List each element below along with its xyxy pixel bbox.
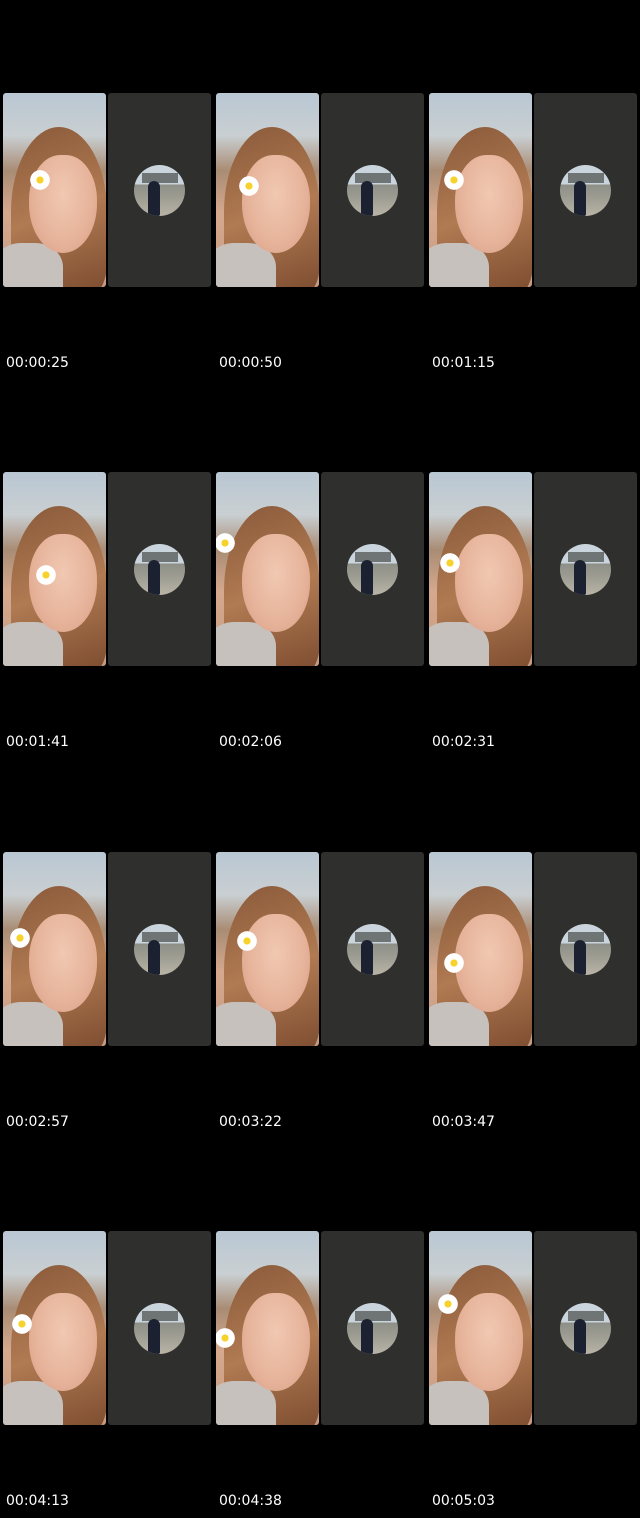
call-pane	[534, 93, 637, 287]
video-frame	[3, 852, 211, 1046]
selfie-pane	[216, 852, 319, 1046]
timestamp: 00:03:47	[432, 1114, 495, 1130]
selfie-pane	[216, 1231, 319, 1425]
selfie-pane	[429, 852, 532, 1046]
call-pane	[108, 1231, 211, 1425]
selfie-pane	[3, 852, 106, 1046]
selfie-pane	[216, 472, 319, 666]
timestamp: 00:05:03	[432, 1493, 495, 1509]
timestamp: 00:04:38	[219, 1493, 282, 1509]
thumbnail-cell[interactable]: 00:00:25	[3, 93, 211, 393]
avatar	[560, 1303, 611, 1354]
video-frame	[3, 93, 211, 287]
call-pane	[321, 472, 424, 666]
flower-icon	[443, 169, 465, 191]
timestamp: 00:00:25	[6, 355, 69, 371]
thumbnail-cell[interactable]: 00:03:22	[216, 852, 424, 1152]
flower-icon	[236, 930, 258, 952]
video-frame	[429, 852, 637, 1046]
flower-icon	[216, 1327, 236, 1349]
selfie-pane	[3, 93, 106, 287]
contact-sheet: 00:00:25 00:00:50 00:01:15 00:01:41 00:0…	[0, 0, 640, 1518]
flower-icon	[216, 532, 236, 554]
flower-icon	[35, 564, 57, 586]
timestamp: 00:02:06	[219, 734, 282, 750]
avatar	[134, 165, 185, 216]
avatar	[347, 924, 398, 975]
call-pane	[108, 93, 211, 287]
flower-icon	[9, 927, 31, 949]
timestamp: 00:01:41	[6, 734, 69, 750]
video-frame	[429, 1231, 637, 1425]
thumbnail-cell[interactable]: 00:02:57	[3, 852, 211, 1152]
thumbnail-cell[interactable]: 00:01:41	[3, 472, 211, 772]
call-pane	[321, 93, 424, 287]
video-frame	[3, 472, 211, 666]
selfie-pane	[3, 472, 106, 666]
call-pane	[321, 852, 424, 1046]
timestamp: 00:03:22	[219, 1114, 282, 1130]
timestamp: 00:04:13	[6, 1493, 69, 1509]
avatar	[560, 924, 611, 975]
thumbnail-cell[interactable]: 00:00:50	[216, 93, 424, 393]
timestamp: 00:02:57	[6, 1114, 69, 1130]
selfie-pane	[429, 93, 532, 287]
avatar	[560, 165, 611, 216]
avatar	[560, 544, 611, 595]
thumbnail-cell[interactable]: 00:04:38	[216, 1231, 424, 1518]
call-pane	[534, 472, 637, 666]
video-frame	[429, 472, 637, 666]
timestamp: 00:01:15	[432, 355, 495, 371]
selfie-pane	[429, 1231, 532, 1425]
video-frame	[429, 93, 637, 287]
thumbnail-cell[interactable]: 00:04:13	[3, 1231, 211, 1518]
flower-icon	[437, 1293, 459, 1315]
timestamp: 00:00:50	[219, 355, 282, 371]
thumbnail-cell[interactable]: 00:02:06	[216, 472, 424, 772]
flower-icon	[29, 169, 51, 191]
call-pane	[534, 1231, 637, 1425]
flower-icon	[443, 952, 465, 974]
call-pane	[108, 472, 211, 666]
avatar	[134, 544, 185, 595]
selfie-pane	[429, 472, 532, 666]
avatar	[347, 544, 398, 595]
flower-icon	[238, 175, 260, 197]
call-pane	[534, 852, 637, 1046]
video-frame	[216, 93, 424, 287]
avatar	[347, 165, 398, 216]
call-pane	[108, 852, 211, 1046]
call-pane	[321, 1231, 424, 1425]
selfie-pane	[216, 93, 319, 287]
thumbnail-cell[interactable]: 00:02:31	[429, 472, 637, 772]
avatar	[134, 1303, 185, 1354]
timestamp: 00:02:31	[432, 734, 495, 750]
avatar	[347, 1303, 398, 1354]
thumbnail-cell[interactable]: 00:01:15	[429, 93, 637, 393]
video-frame	[216, 1231, 424, 1425]
selfie-pane	[3, 1231, 106, 1425]
thumbnail-cell[interactable]: 00:05:03	[429, 1231, 637, 1518]
video-frame	[216, 472, 424, 666]
thumbnail-cell[interactable]: 00:03:47	[429, 852, 637, 1152]
flower-icon	[439, 552, 461, 574]
video-frame	[3, 1231, 211, 1425]
avatar	[134, 924, 185, 975]
flower-icon	[11, 1313, 33, 1335]
video-frame	[216, 852, 424, 1046]
